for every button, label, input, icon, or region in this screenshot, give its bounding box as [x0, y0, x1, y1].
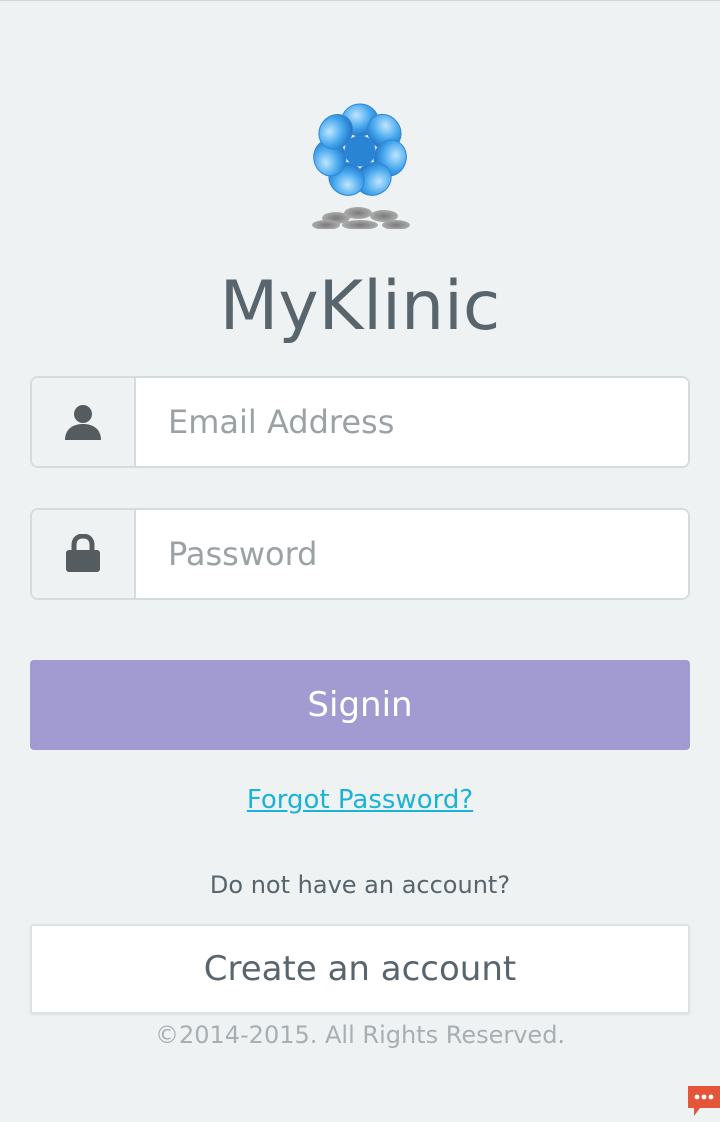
email-addon [32, 378, 136, 466]
password-input-group [30, 508, 690, 600]
chat-widget[interactable] [686, 1084, 720, 1118]
user-icon [65, 405, 101, 440]
flower-logo-icon [312, 103, 410, 230]
copyright-text: ©2014-2015. All Rights Reserved. [154, 1021, 566, 1049]
forgot-password-link[interactable]: Forgot Password? [247, 785, 473, 815]
app-logo [300, 99, 420, 230]
forgot-password-row: Forgot Password? [0, 783, 720, 817]
email-input-group [30, 376, 690, 468]
password-addon [32, 510, 136, 598]
password-field[interactable] [136, 510, 688, 598]
chat-bubble-icon [688, 1086, 720, 1116]
create-account-button[interactable]: Create an account [30, 924, 690, 1014]
no-account-prompt: Do not have an account? [209, 871, 511, 899]
signin-button[interactable]: Signin [30, 660, 690, 750]
email-field[interactable] [136, 378, 688, 466]
app-title: MyKlinic [219, 267, 501, 346]
lock-icon [66, 534, 100, 572]
